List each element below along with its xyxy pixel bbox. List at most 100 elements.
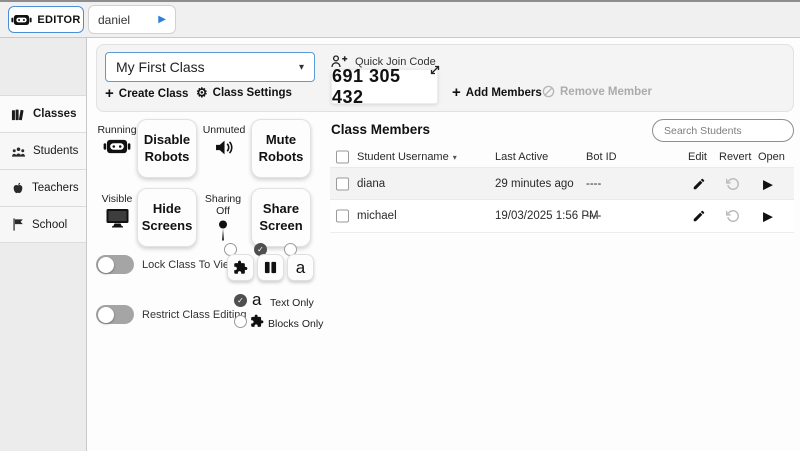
sort-caret-icon: ▾ <box>453 153 457 162</box>
column-header-last-active[interactable]: Last Active <box>495 151 548 163</box>
select-all-checkbox[interactable] <box>336 150 349 163</box>
sidebar-item-school[interactable]: School <box>0 206 86 243</box>
user-tab[interactable]: daniel ▶ <box>88 5 176 34</box>
revert-icon[interactable] <box>726 209 740 223</box>
expand-icon[interactable] <box>429 63 441 81</box>
class-select[interactable]: My First Class ▾ <box>105 52 315 82</box>
letter-a-icon: a <box>252 291 261 308</box>
check-icon: ✓ <box>257 245 264 254</box>
share-screen-label: Share Screen <box>254 201 308 235</box>
audio-status-label: Unmuted <box>201 124 247 136</box>
members-table-header: Student Username▾ Last Active Bot ID Edi… <box>330 146 794 167</box>
no-entry-icon <box>542 85 555 98</box>
remove-member-button[interactable]: Remove Member <box>542 85 652 98</box>
check-icon: ✓ <box>237 296 244 305</box>
sidebar-item-classes[interactable]: Classes <box>0 95 86 132</box>
restrict-editing-toggle[interactable] <box>96 305 134 324</box>
member-row[interactable]: diana 29 minutes ago ---- ▶ <box>330 167 794 200</box>
blocks-only-label: Blocks Only <box>268 318 323 330</box>
mode-text-button[interactable]: a <box>287 254 314 281</box>
sidebar-item-label: Students <box>33 145 78 157</box>
screens-status-label: Visible <box>95 193 139 205</box>
speaker-icon <box>201 139 247 159</box>
class-settings-label: Class Settings <box>213 87 292 99</box>
robot-icon <box>95 139 139 157</box>
app-window: EDITOR daniel ▶ Classes Students Teacher… <box>0 0 800 451</box>
column-header-edit: Edit <box>688 151 707 163</box>
restrict-editing-toggle-label: Restrict Class Editing <box>142 309 247 321</box>
plus-icon: + <box>105 86 114 101</box>
create-class-button[interactable]: + Create Class <box>105 86 188 101</box>
mute-robots-label: Mute Robots <box>254 132 308 166</box>
sharing-status-label: Sharing Off <box>197 193 249 217</box>
monitor-icon <box>95 208 139 231</box>
sidebar-item-teachers[interactable]: Teachers <box>0 169 86 206</box>
screens-status: Visible <box>95 193 139 231</box>
column-header-username[interactable]: Student Username▾ <box>357 151 457 163</box>
audio-status: Unmuted <box>201 124 247 159</box>
apple-icon <box>11 181 25 196</box>
remove-member-label: Remove Member <box>560 86 652 98</box>
quick-join-code: 691 305 432 <box>332 66 437 108</box>
hide-screens-label: Hide Screens <box>140 201 194 235</box>
add-members-label: Add Members <box>466 87 542 99</box>
top-bar: EDITOR daniel ▶ <box>0 2 800 38</box>
disable-robots-button[interactable]: Disable Robots <box>137 119 197 178</box>
blocks-only-radio[interactable] <box>234 315 247 328</box>
run-arrow-icon[interactable]: ▶ <box>158 14 166 25</box>
search-students-input[interactable] <box>652 119 794 142</box>
open-play-icon[interactable]: ▶ <box>763 177 773 190</box>
quick-join-code-box[interactable]: 691 305 432 <box>331 69 438 104</box>
flag-icon <box>11 217 25 232</box>
pin-icon <box>197 220 249 245</box>
class-members-title: Class Members <box>331 122 430 137</box>
member-row[interactable]: michael 19/03/2025 1:56 PM ---- ▶ <box>330 200 794 233</box>
row-checkbox[interactable] <box>336 210 349 223</box>
disable-robots-label: Disable Robots <box>140 132 194 166</box>
robots-status: Running <box>95 124 139 157</box>
robots-status-label: Running <box>95 124 139 136</box>
share-screen-button[interactable]: Share Screen <box>251 188 311 247</box>
member-username: michael <box>357 210 397 222</box>
text-only-label: Text Only <box>270 297 314 309</box>
editor-button-label: EDITOR <box>37 14 80 26</box>
split-columns-icon <box>264 261 277 274</box>
editor-button[interactable]: EDITOR <box>8 6 84 33</box>
create-class-label: Create Class <box>119 88 189 100</box>
lock-class-toggle-label: Lock Class To View <box>142 259 237 271</box>
open-play-icon[interactable]: ▶ <box>763 210 773 223</box>
member-bot-id: ---- <box>586 178 601 190</box>
add-members-button[interactable]: + Add Members <box>452 85 542 100</box>
robot-icon <box>11 14 32 26</box>
member-last-active: 19/03/2025 1:56 PM <box>495 210 599 222</box>
mode-blocks-button[interactable] <box>227 254 254 281</box>
sidebar-item-students[interactable]: Students <box>0 132 86 169</box>
students-icon <box>11 145 26 158</box>
sidebar-item-label: Classes <box>33 108 76 120</box>
column-header-revert: Revert <box>719 151 751 163</box>
mute-robots-button[interactable]: Mute Robots <box>251 119 311 178</box>
member-last-active: 29 minutes ago <box>495 178 574 190</box>
member-bot-id: ---- <box>586 210 601 222</box>
edit-pencil-icon[interactable] <box>692 209 706 223</box>
letter-a-icon: a <box>296 259 305 276</box>
lock-class-toggle[interactable] <box>96 255 134 274</box>
class-select-value: My First Class <box>116 59 299 75</box>
edit-pencil-icon[interactable] <box>692 177 706 191</box>
sidebar: Classes Students Teachers School <box>0 38 87 451</box>
class-settings-button[interactable]: ⚙ Class Settings <box>196 86 292 99</box>
hide-screens-button[interactable]: Hide Screens <box>137 188 197 247</box>
puzzle-icon <box>233 260 248 275</box>
text-only-radio[interactable]: ✓ <box>234 294 247 307</box>
books-icon <box>11 107 26 122</box>
row-checkbox[interactable] <box>336 177 349 190</box>
revert-icon[interactable] <box>726 177 740 191</box>
mode-split-button[interactable] <box>257 254 284 281</box>
member-username: diana <box>357 178 385 190</box>
sidebar-item-label: Teachers <box>32 182 79 194</box>
user-tab-label: daniel <box>98 13 158 27</box>
sharing-status: Sharing Off <box>197 193 249 245</box>
plus-icon: + <box>452 85 461 100</box>
column-header-bot-id[interactable]: Bot ID <box>586 151 617 163</box>
puzzle-icon <box>250 314 264 328</box>
